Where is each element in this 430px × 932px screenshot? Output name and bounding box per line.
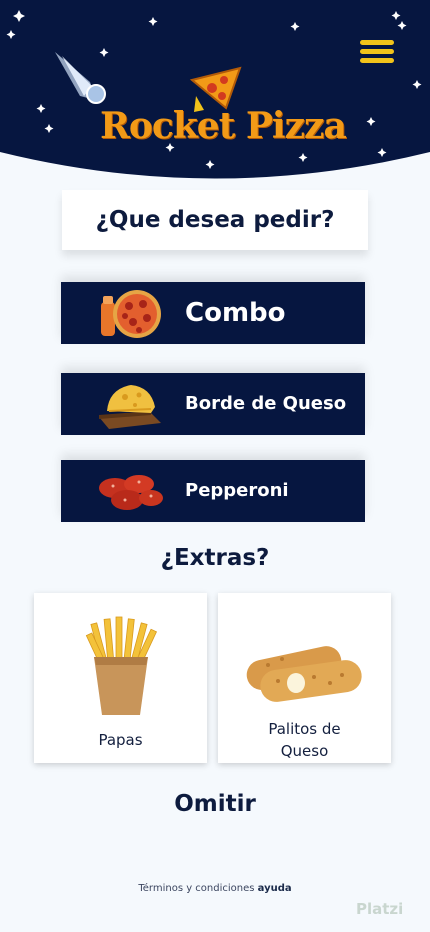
- pepperoni-image: [99, 475, 163, 510]
- extra-palitos-de-queso[interactable]: Palitos de Queso: [218, 593, 391, 763]
- option-label: Combo: [185, 298, 286, 328]
- question-title: ¿Que desea pedir?: [95, 207, 335, 233]
- fries-image: [85, 616, 158, 715]
- brand-name: Rocket Pizza: [100, 105, 347, 147]
- extra-papas[interactable]: Papas: [34, 593, 207, 763]
- night-sky-background: [0, 0, 430, 179]
- cheese-sticks-image: [246, 646, 362, 702]
- extra-name-line2: Queso: [280, 742, 329, 760]
- help-link[interactable]: ayuda: [258, 883, 292, 894]
- terms-link[interactable]: Términos y condiciones: [138, 883, 254, 894]
- hamburger-menu-icon[interactable]: [360, 38, 396, 68]
- header: Rocket Pizza: [0, 0, 430, 200]
- extras-title: ¿Extras?: [160, 545, 270, 571]
- skip-button[interactable]: Omitir: [0, 791, 430, 817]
- pizza-combo-image: [101, 290, 161, 338]
- option-borde-de-queso[interactable]: Borde de Queso: [61, 373, 365, 435]
- option-pepperoni[interactable]: Pepperoni: [61, 460, 365, 522]
- option-label: Pepperoni: [185, 480, 289, 501]
- option-combo[interactable]: Combo: [61, 282, 365, 344]
- option-label: Borde de Queso: [185, 393, 347, 414]
- platzi-watermark: Platzi: [356, 900, 403, 918]
- extra-name-line1: Palitos de: [268, 720, 341, 738]
- extra-name: Palitos de Queso: [218, 718, 391, 762]
- extra-name: Papas: [98, 731, 143, 749]
- question-card: ¿Que desea pedir?: [62, 190, 368, 250]
- cheese-board-image: [99, 385, 161, 429]
- footer: Términos y condiciones ayuda: [0, 883, 430, 894]
- watermark-text: Platzi: [356, 900, 404, 918]
